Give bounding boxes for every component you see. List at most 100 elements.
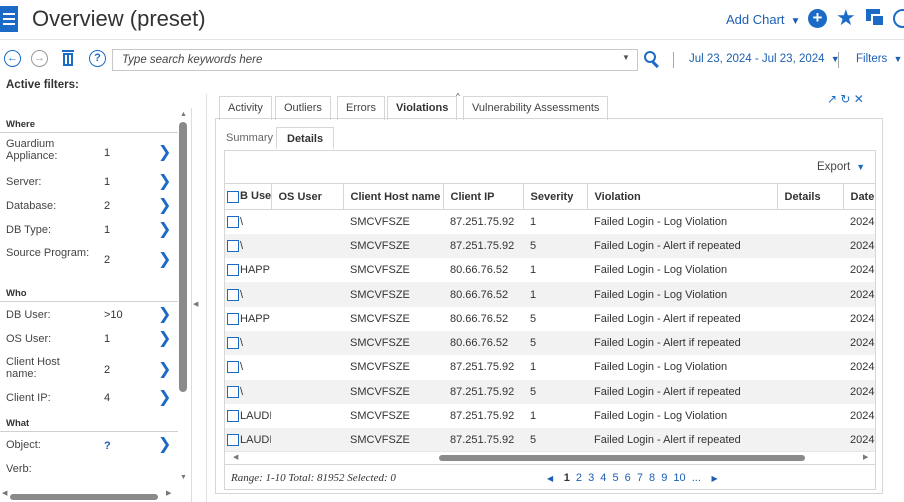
row-checkbox[interactable]: [227, 385, 239, 398]
page-link[interactable]: 4: [600, 472, 606, 484]
back-icon[interactable]: ←: [4, 50, 21, 67]
filter-row-client-host-name[interactable]: Client Host name: 2 ❯: [0, 354, 178, 386]
filter-row-db-user[interactable]: DB User: >10 ❯: [0, 307, 178, 331]
chevron-right-icon[interactable]: ❯: [158, 252, 171, 268]
tab-activity[interactable]: Activity: [219, 96, 272, 120]
filter-row-server[interactable]: Server: 1 ❯: [0, 174, 178, 198]
filter-row-verb[interactable]: Verb:: [0, 461, 178, 485]
scroll-left-icon[interactable]: ◀: [233, 453, 238, 461]
horizontal-scrollbar[interactable]: [10, 494, 158, 500]
page-link[interactable]: 9: [661, 472, 667, 484]
cell-db-user: \: [225, 210, 271, 234]
chevron-right-icon[interactable]: ❯: [158, 390, 171, 406]
table-row[interactable]: LAUDIA SMCVFSZE 87.251.75.92 1 Failed Login …: [225, 404, 875, 428]
add-chart-button[interactable]: Add Chart ▼: [726, 12, 800, 27]
page-link[interactable]: 8: [649, 472, 655, 484]
column-violation[interactable]: Violation: [587, 183, 778, 210]
circle-icon[interactable]: [893, 9, 904, 28]
vertical-scrollbar[interactable]: [179, 122, 187, 392]
chevron-right-icon[interactable]: ❯: [158, 174, 171, 190]
table-horizontal-scrollbar[interactable]: ◀ ▶: [225, 451, 875, 463]
table-row[interactable]: \ SMCVFSZE 80.66.76.52 1 Failed Login - Log …: [225, 282, 875, 307]
column-os-user[interactable]: OS User: [271, 183, 344, 210]
page-link[interactable]: 1: [564, 472, 570, 484]
row-checkbox[interactable]: [227, 337, 239, 350]
filters-button[interactable]: Filters ▼: [856, 53, 902, 65]
tab-violations[interactable]: Violations: [387, 96, 458, 120]
export-button[interactable]: Export ▼: [817, 161, 865, 173]
column-db-user[interactable]: B User: [225, 183, 272, 210]
search-input[interactable]: [113, 50, 603, 70]
table-row[interactable]: \ SMCVFSZE 87.251.75.92 1 Failed Login - Log…: [225, 210, 875, 234]
row-checkbox[interactable]: [227, 288, 239, 301]
chevron-right-icon[interactable]: ❯: [158, 437, 171, 453]
table-row[interactable]: \ SMCVFSZE 80.66.76.52 5 Failed Login - Aler…: [225, 330, 875, 356]
page-link[interactable]: 6: [625, 472, 631, 484]
tab-errors[interactable]: Errors: [337, 96, 385, 120]
filter-row-db-type[interactable]: DB Type: 1 ❯: [0, 222, 178, 246]
page-link[interactable]: 5: [612, 472, 618, 484]
panel-action-icons[interactable]: ↗ ↻ ✕: [827, 92, 864, 106]
cell-os-user: [271, 233, 343, 259]
page-ellipsis[interactable]: ...: [692, 472, 701, 484]
trash-icon[interactable]: [62, 50, 74, 66]
chevron-right-icon[interactable]: ❯: [158, 198, 171, 214]
chevron-right-icon[interactable]: ❯: [158, 222, 171, 238]
filter-row-client-ip[interactable]: Client IP: 4 ❯: [0, 390, 178, 414]
page-link[interactable]: 10: [673, 472, 685, 484]
subtab-details[interactable]: Details: [276, 127, 335, 149]
search-history-dropdown-icon[interactable]: ▼: [618, 51, 634, 65]
row-checkbox[interactable]: [227, 215, 239, 228]
filter-row-source-program[interactable]: Source Program: 2 ❯: [0, 245, 178, 279]
column-client-ip[interactable]: Client IP: [443, 183, 524, 210]
table-row[interactable]: HAPP SMCVFSZE 80.66.76.52 5 Failed Login - A…: [225, 307, 875, 331]
row-checkbox[interactable]: [227, 361, 239, 374]
scroll-right-icon[interactable]: ▶: [166, 489, 171, 497]
page-link[interactable]: 7: [637, 472, 643, 484]
date-range-picker[interactable]: Jul 23, 2024 - Jul 23, 2024 ▼: [689, 53, 840, 65]
column-details[interactable]: Details: [777, 183, 844, 210]
page-link[interactable]: 3: [588, 472, 594, 484]
table-row[interactable]: \ SMCVFSZE 87.251.75.92 5 Failed Login - Ale…: [225, 233, 875, 259]
column-client-host-name[interactable]: Client Host name: [343, 183, 444, 210]
filter-row-object[interactable]: Object: ? ❯: [0, 437, 178, 461]
column-severity[interactable]: Severity: [523, 183, 588, 210]
chevron-right-icon[interactable]: ❯: [158, 145, 171, 161]
chevron-right-icon[interactable]: ❯: [158, 362, 171, 378]
chevron-right-icon[interactable]: ❯: [158, 307, 171, 323]
page-link[interactable]: 2: [576, 472, 582, 484]
hamburger-menu-icon[interactable]: [0, 6, 18, 32]
select-all-checkbox[interactable]: [227, 190, 239, 203]
row-checkbox[interactable]: [227, 239, 239, 252]
table-row[interactable]: LAUDIA SMCVFSZE87.251.75.925Failed Login …: [225, 428, 875, 453]
row-checkbox[interactable]: [227, 264, 239, 277]
row-checkbox[interactable]: [227, 434, 239, 447]
chevron-right-icon[interactable]: ❯: [158, 331, 171, 347]
row-checkbox[interactable]: [227, 312, 239, 325]
scroll-left-icon[interactable]: ◀: [2, 489, 7, 497]
tab-outliers[interactable]: Outliers: [275, 96, 331, 120]
subtab-summary[interactable]: Summary: [216, 127, 283, 149]
scroll-up-icon[interactable]: ▲: [180, 111, 187, 118]
forward-icon[interactable]: →: [31, 50, 48, 67]
column-date[interactable]: Date: [843, 183, 875, 210]
scroll-right-icon[interactable]: ▶: [863, 453, 868, 461]
scrollbar-thumb[interactable]: [439, 455, 805, 461]
add-icon[interactable]: +: [808, 9, 827, 28]
table-row[interactable]: \ SMCVFSZE 87.251.75.92 1 Failed Login - Log…: [225, 355, 875, 379]
tab-vulnerability-assessments[interactable]: Vulnerability Assessments: [463, 96, 609, 120]
table-row[interactable]: HAPP SMCVFSZE 80.66.76.52 1 Failed Login - L…: [225, 258, 875, 282]
help-icon[interactable]: ?: [89, 50, 106, 67]
row-checkbox[interactable]: [227, 410, 239, 423]
prev-page-icon[interactable]: ◀: [547, 474, 553, 483]
star-icon[interactable]: ★: [836, 5, 856, 31]
filter-row-guardium-appliance[interactable]: Guardium Appliance: 1 ❯: [0, 138, 178, 162]
scroll-down-icon[interactable]: ▼: [180, 474, 187, 481]
collapse-sidebar-icon[interactable]: ◀: [193, 300, 198, 308]
table-row[interactable]: \ SMCVFSZE 87.251.75.92 5 Failed Login - Ale…: [225, 379, 875, 404]
filter-row-os-user[interactable]: OS User: 1 ❯: [0, 331, 178, 355]
filter-row-database[interactable]: Database: 2 ❯: [0, 198, 178, 222]
next-page-icon[interactable]: ▶: [711, 474, 717, 483]
windows-icon[interactable]: [866, 9, 886, 27]
search-icon[interactable]: [644, 51, 660, 68]
